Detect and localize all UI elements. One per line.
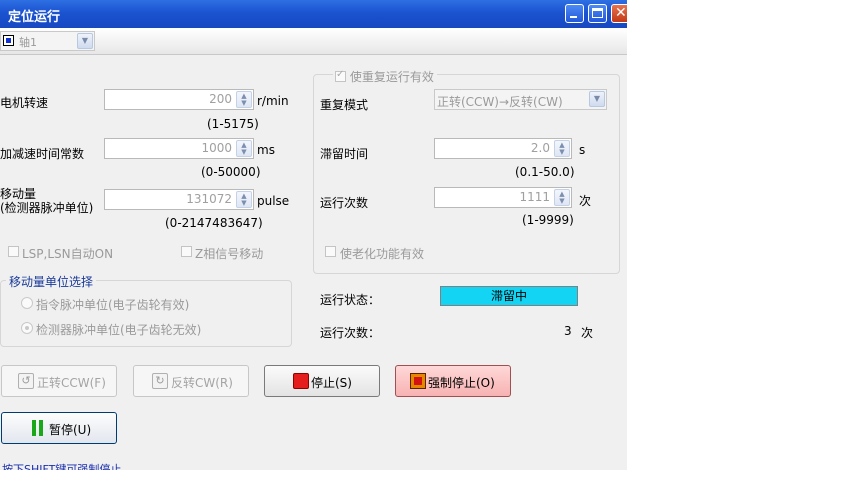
positioning-window: 定位运行 ✕ 轴1 ▼ 电机转速 200 ▲ ▼ r/min (1-5175) 加… — [0, 0, 627, 470]
aging-label: 使老化功能有效 — [340, 247, 425, 261]
spin-arrows-icon[interactable]: ▲ ▼ — [236, 191, 252, 208]
dwell-time-label: 滞留时间 — [320, 147, 369, 161]
minimize-icon — [570, 16, 577, 18]
rotate-ccw-icon: ↺ — [18, 373, 34, 389]
command-pulse-label: 指令脉冲单位(电子齿轮有效) — [36, 298, 190, 312]
z-phase-checkbox[interactable] — [181, 246, 192, 257]
encoder-pulse-radio[interactable] — [21, 322, 33, 334]
run-count-label: 运行次数： — [320, 326, 381, 340]
lsp-lsn-label: LSP,LSN自动ON — [22, 247, 114, 261]
dwell-time-range: (0.1-50.0) — [515, 165, 575, 179]
repeat-count-unit: 次 — [579, 194, 592, 208]
window-title: 定位运行 — [8, 10, 61, 25]
lsp-lsn-checkbox[interactable] — [8, 246, 19, 257]
close-button[interactable]: ✕ — [611, 4, 627, 23]
travel-unit: pulse — [257, 194, 290, 208]
run-state-label: 运行状态： — [320, 293, 381, 307]
maximize-icon — [592, 8, 603, 18]
stop-label: 停止(S) — [311, 376, 352, 390]
stop-icon — [293, 373, 309, 389]
encoder-pulse-label: 检测器脉冲单位(电子齿轮无效) — [36, 323, 202, 337]
repeat-count-label: 运行次数 — [320, 196, 369, 210]
maximize-button[interactable] — [588, 4, 607, 23]
repeat-pattern-label: 重复模式 — [320, 98, 369, 112]
title-bar[interactable]: 定位运行 ✕ — [0, 0, 627, 28]
dwell-time-value: 2.0 — [530, 141, 550, 155]
pause-button[interactable]: 暂停(U) — [1, 412, 117, 444]
minimize-button[interactable] — [565, 4, 584, 23]
repeat-count-value: 1111 — [519, 190, 550, 204]
motor-speed-label: 电机转速 — [0, 96, 49, 110]
chevron-down-icon[interactable]: ▼ — [589, 91, 605, 107]
axis-select[interactable]: 轴1 ▼ — [0, 31, 95, 51]
dwell-time-input[interactable]: 2.0 ▲ ▼ — [434, 138, 572, 159]
travel-value: 131072 — [186, 192, 232, 206]
axis-toolbar: 轴1 ▼ — [0, 28, 627, 55]
run-count-unit: 次 — [581, 326, 594, 340]
forward-ccw-label: 正转CCW(F) — [37, 376, 106, 390]
run-count-value: 3 — [564, 324, 572, 338]
pause-label: 暂停(U) — [49, 423, 92, 437]
close-icon: ✕ — [615, 5, 627, 21]
spin-arrows-icon[interactable]: ▲ ▼ — [236, 140, 252, 157]
repeat-pattern-value: 正转(CCW)→反转(CW) — [437, 95, 563, 109]
travel-range: (0-2147483647) — [165, 216, 263, 230]
reverse-cw-button[interactable]: ↻ 反转CW(R) — [133, 365, 249, 397]
repeat-pattern-select[interactable]: 正转(CCW)→反转(CW) ▼ — [434, 89, 607, 110]
motor-speed-range: (1-5175) — [207, 117, 259, 131]
accel-time-value: 1000 — [201, 141, 232, 155]
reverse-cw-label: 反转CW(R) — [171, 376, 233, 390]
repeat-enable-checkbox[interactable] — [335, 69, 346, 82]
travel-input[interactable]: 131072 ▲ ▼ — [104, 189, 254, 210]
spin-arrows-icon[interactable]: ▲ ▼ — [554, 140, 570, 157]
accel-time-range: (0-50000) — [201, 165, 261, 179]
z-phase-label: Z相信号移动 — [195, 247, 264, 261]
accel-time-unit: ms — [257, 143, 275, 157]
force-stop-label: 强制停止(O) — [428, 376, 495, 390]
shift-force-stop-note: 按下SHIFT键可强制停止 — [2, 463, 122, 470]
run-state-indicator: 滞留中 — [440, 286, 578, 306]
accel-time-label: 加减速时间常数 — [0, 147, 85, 161]
dwell-time-unit: s — [579, 143, 586, 157]
motor-speed-input[interactable]: 200 ▲ ▼ — [104, 89, 254, 110]
accel-time-input[interactable]: 1000 ▲ ▼ — [104, 138, 254, 159]
motor-speed-value: 200 — [209, 92, 232, 106]
axis-select-value: 轴1 — [19, 36, 37, 49]
spin-arrows-icon[interactable]: ▲ ▼ — [554, 189, 570, 206]
stop-button[interactable]: 停止(S) — [264, 365, 380, 397]
travel-label-line2: (检测器脉冲单位) — [0, 201, 94, 215]
repeat-enable-legend: 使重复运行有效 — [333, 68, 437, 85]
repeat-enable-label: 使重复运行有效 — [349, 70, 434, 84]
force-stop-icon — [410, 373, 426, 389]
axis-color-icon — [3, 35, 14, 46]
rotate-cw-icon: ↻ — [152, 373, 168, 389]
forward-ccw-button[interactable]: ↺ 正转CCW(F) — [1, 365, 117, 397]
aging-checkbox[interactable] — [325, 246, 336, 257]
repeat-count-range: (1-9999) — [522, 213, 574, 227]
motor-speed-unit: r/min — [257, 94, 289, 108]
pause-icon — [32, 420, 44, 436]
command-pulse-radio[interactable] — [21, 297, 33, 309]
force-stop-button[interactable]: 强制停止(O) — [395, 365, 511, 397]
unit-selection-title: 移动量单位选择 — [6, 273, 97, 290]
chevron-down-icon[interactable]: ▼ — [77, 33, 93, 49]
spin-arrows-icon[interactable]: ▲ ▼ — [236, 91, 252, 108]
repeat-count-input[interactable]: 1111 ▲ ▼ — [434, 187, 572, 208]
